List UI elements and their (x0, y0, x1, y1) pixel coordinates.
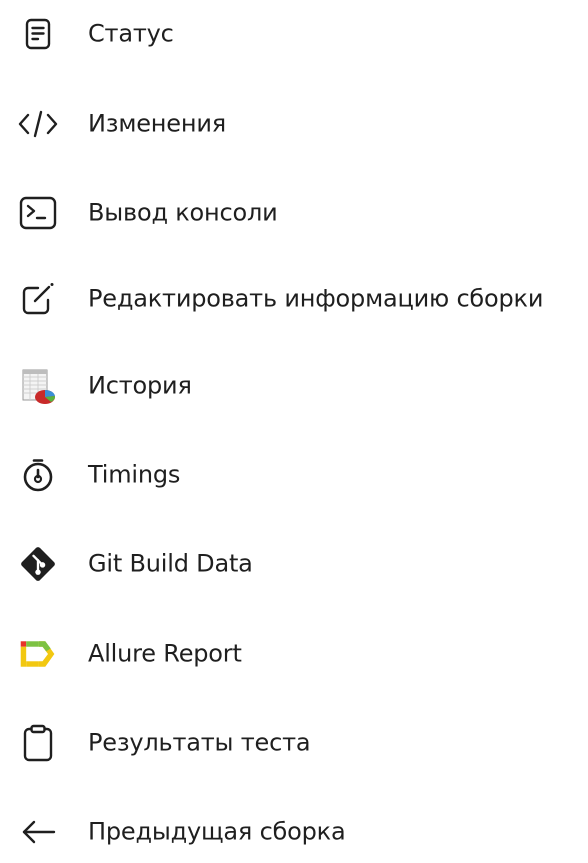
build-task-list: Статус Изменения Вывод консоли Редактиро… (0, 0, 588, 863)
edit-icon (18, 281, 58, 317)
task-test-results[interactable]: Результаты теста (0, 721, 588, 765)
task-git-build-data[interactable]: Git Build Data (0, 542, 588, 586)
task-label: Редактировать информацию сборки (88, 284, 544, 313)
task-edit-build-info[interactable]: Редактировать информацию сборки (0, 277, 588, 321)
history-chart-icon (18, 368, 58, 404)
task-label: Статус (88, 19, 174, 48)
task-label: Предыдущая сборка (88, 817, 346, 846)
code-icon (18, 106, 58, 142)
task-allure-report[interactable]: Allure Report (0, 632, 588, 676)
task-status[interactable]: Статус (0, 12, 588, 56)
task-previous-build[interactable]: Предыдущая сборка (0, 810, 588, 854)
task-label: Allure Report (88, 639, 242, 668)
task-label: Timings (88, 460, 181, 489)
task-label: Результаты теста (88, 728, 311, 757)
task-history[interactable]: История (0, 364, 588, 408)
task-label: История (88, 371, 192, 400)
task-label: Вывод консоли (88, 198, 278, 227)
allure-icon (18, 636, 58, 672)
arrow-left-icon (18, 814, 58, 850)
task-label: Git Build Data (88, 549, 253, 578)
task-timings[interactable]: Timings (0, 453, 588, 497)
task-changes[interactable]: Изменения (0, 102, 588, 146)
clipboard-icon (18, 724, 58, 762)
task-console-output[interactable]: Вывод консоли (0, 191, 588, 235)
terminal-icon (18, 195, 58, 231)
task-label: Изменения (88, 109, 226, 138)
stopwatch-icon (18, 457, 58, 493)
document-icon (18, 16, 58, 52)
git-icon (18, 546, 58, 582)
